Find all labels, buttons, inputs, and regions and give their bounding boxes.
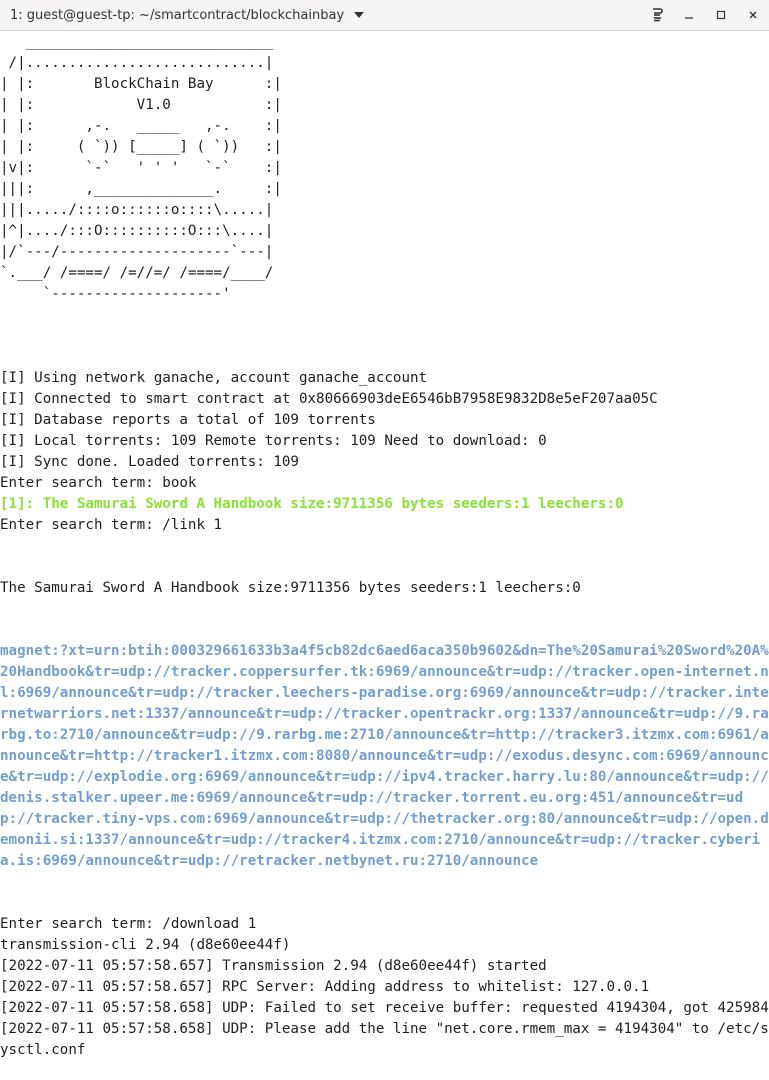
banner-line: `--------------------': [0, 286, 231, 302]
maximize-icon[interactable]: [705, 0, 737, 30]
download-line: [2022-07-11 05:57:58.657] Transmission 2…: [0, 958, 547, 974]
info-log: [I] Using network ganache, account ganac…: [0, 368, 769, 536]
banner-line: |^|..../:::O::::::::::O:::\....|: [0, 223, 274, 239]
info-line: [I] Local torrents: 109 Remote torrents:…: [0, 433, 547, 449]
hamburger-icon[interactable]: [641, 0, 673, 30]
ascii-banner: _____________________________ /|........…: [0, 32, 769, 305]
info-line: [I] Database reports a total of 109 torr…: [0, 412, 376, 428]
banner-line: _____________________________: [0, 34, 274, 50]
banner-line: | |: ,-. _____ ,-. :|: [0, 118, 282, 134]
banner-line: |||...../::::o::::::o::::\.....|: [0, 202, 274, 218]
banner-line: `.___/ /====/ /=//=/ /====/____/: [0, 265, 274, 281]
link-title-block: The Samurai Sword A Handbook size:971135…: [0, 578, 769, 599]
download-log: Enter search term: /download 1 transmissi…: [0, 914, 769, 998]
chevron-down-icon[interactable]: [352, 8, 366, 22]
download-line: transmission-cli 2.94 (d8e60ee44f): [0, 937, 291, 953]
terminal-output[interactable]: _____________________________ /|........…: [0, 32, 769, 1080]
download-line: [2022-07-11 05:57:58.657] RPC Server: Ad…: [0, 979, 650, 995]
download-line: [2022-07-11 05:57:58.658] UDP: Please ad…: [0, 1021, 769, 1058]
search-prompt-line: Enter search term: /download 1: [0, 916, 257, 932]
banner-line: |||: ,______________. :|: [0, 181, 282, 197]
minimize-icon[interactable]: [673, 0, 705, 30]
title-bar[interactable]: 1: guest@guest-tp: ~/smartcontract/block…: [0, 0, 769, 31]
window-controls: [641, 0, 769, 30]
banner-line: | |: V1.0 :|: [0, 97, 282, 113]
banner-line: | |: ( `)) [_____] ( `)) :|: [0, 139, 282, 155]
link-title-line: The Samurai Sword A Handbook size:971135…: [0, 580, 581, 596]
banner-line: /|............................|: [0, 55, 274, 71]
banner-line: |/`---/--------------------`---|: [0, 244, 274, 260]
info-line: [I] Connected to smart contract at 0x806…: [0, 391, 658, 407]
window-title: 1: guest@guest-tp: ~/smartcontract/block…: [10, 7, 345, 23]
banner-line: | |: BlockChain Bay :|: [0, 76, 282, 92]
terminal-window: 1: guest@guest-tp: ~/smartcontract/block…: [0, 0, 769, 1080]
close-icon[interactable]: [737, 0, 769, 30]
banner-line: |v|: `-` ' ' ' `-` :|: [0, 160, 282, 176]
magnet-link[interactable]: magnet:?xt=urn:btih:000329661633b3a4f5cb…: [0, 641, 769, 872]
download-line: [2022-07-11 05:57:58.658] UDP: Failed to…: [0, 1000, 769, 1016]
search-result-line: [1]: The Samurai Sword A Handbook size:9…: [0, 496, 624, 512]
info-line: [I] Using network ganache, account ganac…: [0, 370, 428, 386]
search-prompt-line: Enter search term: /link 1: [0, 517, 223, 533]
search-prompt-line: Enter search term: book: [0, 475, 197, 491]
info-line: [I] Sync done. Loaded torrents: 109: [0, 454, 299, 470]
